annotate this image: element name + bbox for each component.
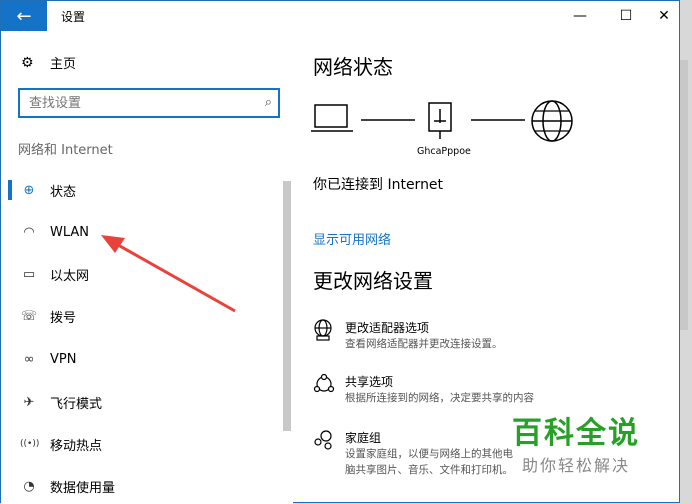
window-title: 设置 xyxy=(61,10,86,24)
setting-desc: 根据所连接到的网络，决定要共享的内容 xyxy=(345,392,534,404)
page-scrollbar[interactable] xyxy=(680,60,688,330)
change-settings-title: 更改网络设置 xyxy=(313,269,433,293)
router-icon xyxy=(428,102,452,139)
close-button[interactable]: ✕ xyxy=(641,1,687,31)
sidebar: ⚙ 主页 ⌕ 网络和 Internet ⊕ 状态 ◠ WLAN ▭ 以太网 ☏ … xyxy=(1,31,293,504)
minimize-button[interactable]: — xyxy=(557,1,603,31)
internet-globe-icon xyxy=(531,100,573,142)
maximize-icon: ☐ xyxy=(619,8,633,24)
sharing-icon xyxy=(313,373,335,393)
watermark-subtitle: 助你轻松解决 xyxy=(522,456,631,475)
setting-desc: 查看网络适配器并更改连接设置。 xyxy=(345,338,503,350)
adapter-icon xyxy=(314,319,332,341)
setting-sharing-options[interactable]: 共享选项 根据所连接到的网络，决定要共享的内容 xyxy=(313,373,663,409)
close-icon: ✕ xyxy=(658,8,670,24)
annotation-arrow-icon xyxy=(101,235,236,313)
watermark-logo: 百科全说 xyxy=(512,416,640,451)
title-bar: ← 设置 — ☐ ✕ xyxy=(1,1,679,31)
show-networks-link[interactable]: 显示可用网络 xyxy=(313,229,391,248)
homegroup-icon xyxy=(314,430,332,450)
setting-title: 更改适配器选项 xyxy=(345,321,430,335)
connection-status-text: 你已连接到 Internet xyxy=(313,177,444,193)
setting-desc: 设置家庭组，以便与网络上的其他电脑共享图片、音乐、文件和打印机。 xyxy=(345,448,513,476)
network-node-label: GhcaPppoe xyxy=(417,146,471,157)
page-title: 网络状态 xyxy=(313,55,393,79)
setting-adapter-options[interactable]: 更改适配器选项 查看网络适配器并更改连接设置。 xyxy=(313,319,663,355)
watermark: 百科全说 助你轻松解决 xyxy=(512,408,652,476)
setting-title: 家庭组 xyxy=(345,431,382,445)
back-button[interactable]: ← xyxy=(1,1,47,31)
minimize-icon: — xyxy=(573,8,587,24)
back-arrow-icon: ← xyxy=(16,5,32,27)
laptop-icon xyxy=(311,104,353,132)
setting-title: 共享选项 xyxy=(345,375,394,389)
